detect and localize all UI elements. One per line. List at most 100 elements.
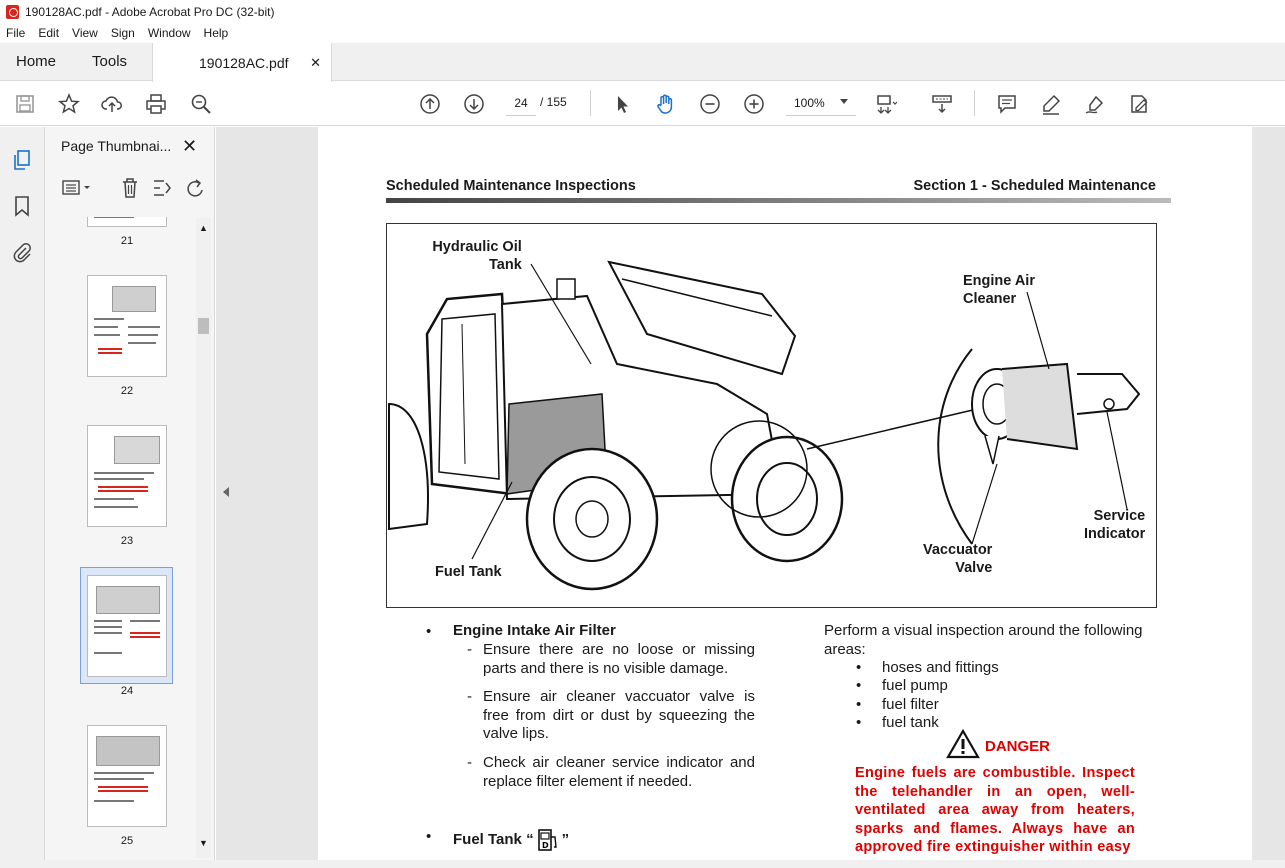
zoom-search-icon[interactable] — [189, 92, 213, 116]
label-line: Cleaner — [963, 291, 1017, 307]
select-cursor-icon[interactable] — [611, 92, 635, 116]
scroll-mode-icon[interactable] — [930, 92, 954, 116]
warning-triangle-icon — [946, 728, 980, 764]
label-line: Service — [1093, 508, 1146, 524]
tab-document[interactable]: 190128AC.pdf ✕ — [152, 43, 332, 82]
tab-home[interactable]: Home — [16, 53, 56, 70]
left-navigation-rail — [0, 127, 45, 868]
label-line: Engine Air — [963, 273, 1035, 289]
thumbnail-options-icon[interactable] — [62, 179, 94, 202]
zoom-in-icon[interactable] — [742, 92, 766, 116]
scrollbar-thumb[interactable] — [198, 318, 209, 334]
point-2: Ensure air cleaner vaccuator valve is fr… — [483, 688, 755, 742]
close-tab-icon[interactable]: ✕ — [310, 55, 321, 71]
bullet: • — [856, 677, 862, 694]
page-header-right: Section 1 - Scheduled Maintenance — [913, 178, 1156, 194]
save-icon[interactable] — [13, 92, 37, 116]
dash: - — [467, 688, 472, 705]
telehandler-illustration — [388, 260, 1141, 591]
danger-title: DANGER — [985, 738, 1051, 755]
highlight-pen-icon[interactable] — [1039, 92, 1063, 116]
fuel-tank-title: Fuel Tank “ — [453, 830, 534, 848]
toolbar-divider — [590, 90, 591, 116]
label-line: Tank — [489, 257, 522, 273]
page-fit-icon[interactable] — [874, 92, 898, 116]
danger-text: Engine fuels are combustible. Inspect th… — [855, 765, 1135, 855]
previous-page-icon[interactable] — [418, 92, 442, 116]
scroll-down-icon[interactable]: ▼ — [199, 838, 208, 848]
page-header-left: Scheduled Maintenance Inspections — [386, 178, 636, 194]
print-icon[interactable] — [144, 92, 168, 116]
document-canvas[interactable]: Scheduled Maintenance Inspections Sectio… — [236, 127, 1285, 860]
tab-bar: Home Tools 190128AC.pdf ✕ — [0, 43, 1285, 82]
hand-tool-icon[interactable] — [654, 92, 678, 116]
label-service-indicator: Service Indicator — [1084, 507, 1145, 543]
bookmark-icon[interactable] — [12, 195, 32, 222]
page-thumbnails-panel: Page Thumbnai... ✕ 21 22 23 24 25 — [45, 127, 215, 860]
collapse-panel-handle[interactable] — [216, 127, 236, 860]
panel-title: Page Thumbnai... — [61, 138, 172, 154]
page-number-input[interactable]: 24 — [506, 90, 536, 116]
point-3: Check air cleaner service indicator and … — [483, 754, 755, 790]
area-item: fuel tank — [882, 714, 939, 731]
point-1: Ensure there are no loose or missing par… — [483, 641, 755, 677]
collapse-arrow-icon — [223, 487, 229, 497]
insert-page-icon[interactable] — [152, 177, 172, 204]
page-thumbnail[interactable] — [87, 725, 167, 827]
scroll-up-icon[interactable]: ▲ — [199, 223, 208, 233]
page-thumbnails-icon[interactable] — [11, 149, 33, 176]
fuel-tank-title-end: ” — [561, 830, 570, 848]
page-thumbnail[interactable] — [87, 275, 167, 377]
tab-document-label: 190128AC.pdf — [199, 54, 289, 71]
label-engine-air-cleaner: Engine Air Cleaner — [963, 272, 1035, 308]
label-line: Indicator — [1084, 526, 1146, 542]
svg-text:D: D — [542, 841, 549, 850]
header-rule — [386, 198, 1171, 203]
thumbnail-label: 22 — [120, 385, 134, 397]
page-thumbnail[interactable] — [87, 425, 167, 527]
thumbnail-list: 21 22 23 24 25 — [53, 217, 203, 857]
next-page-icon[interactable] — [462, 92, 486, 116]
zoom-level-value: 100% — [794, 95, 825, 110]
menu-help[interactable]: Help — [204, 26, 229, 40]
comment-icon[interactable] — [995, 92, 1019, 116]
label-line: Hydraulic Oil — [432, 239, 522, 255]
page-thumbnail-selected[interactable] — [87, 575, 167, 677]
dash: - — [467, 641, 472, 658]
upload-cloud-icon[interactable] — [100, 92, 124, 116]
tab-tools[interactable]: Tools — [92, 53, 127, 70]
edit-pdf-icon[interactable] — [1127, 92, 1151, 116]
star-icon[interactable] — [57, 92, 81, 116]
panel-tools — [57, 175, 207, 203]
label-hydraulic-oil-tank: Hydraulic Oil Tank — [429, 238, 522, 274]
menu-view[interactable]: View — [72, 26, 98, 40]
zoom-level-select[interactable]: 100% — [786, 90, 856, 116]
close-panel-icon[interactable]: ✕ — [182, 136, 197, 157]
menu-sign[interactable]: Sign — [111, 26, 135, 40]
label-vaccuator-valve: Vaccuator Valve — [923, 541, 992, 577]
rotate-page-icon[interactable] — [185, 177, 205, 204]
item-engine-intake-air-filter: Engine Intake Air Filter — [453, 622, 616, 639]
attachment-icon[interactable] — [11, 241, 33, 268]
bullet: • — [856, 659, 862, 676]
area-item: hoses and fittings — [882, 659, 999, 676]
menu-file[interactable]: File — [6, 26, 25, 40]
thumbnail-scrollbar[interactable]: ▲ ▼ — [196, 218, 211, 858]
menu-edit[interactable]: Edit — [38, 26, 59, 40]
telehandler-figure: Hydraulic Oil Tank Engine Air Cleaner Fu… — [386, 223, 1157, 608]
thumbnail-label: 23 — [120, 535, 134, 547]
menu-bar: File Edit View Sign Window Help — [0, 23, 1285, 43]
window-title: 190128AC.pdf - Adobe Acrobat Pro DC (32-… — [25, 4, 275, 19]
bullet: • — [426, 828, 432, 845]
delete-page-icon[interactable] — [120, 177, 140, 204]
status-bar — [0, 860, 1285, 868]
page-thumbnail[interactable] — [87, 217, 167, 227]
zoom-out-icon[interactable] — [698, 92, 722, 116]
title-bar: 190128AC.pdf - Adobe Acrobat Pro DC (32-… — [0, 0, 1285, 23]
bullet: • — [856, 714, 862, 731]
sign-pen-icon[interactable] — [1083, 92, 1107, 116]
thumbnail-label: 25 — [120, 835, 134, 847]
fuel-pump-icon: D — [537, 829, 557, 851]
chevron-down-icon — [840, 99, 848, 104]
menu-window[interactable]: Window — [148, 26, 191, 40]
